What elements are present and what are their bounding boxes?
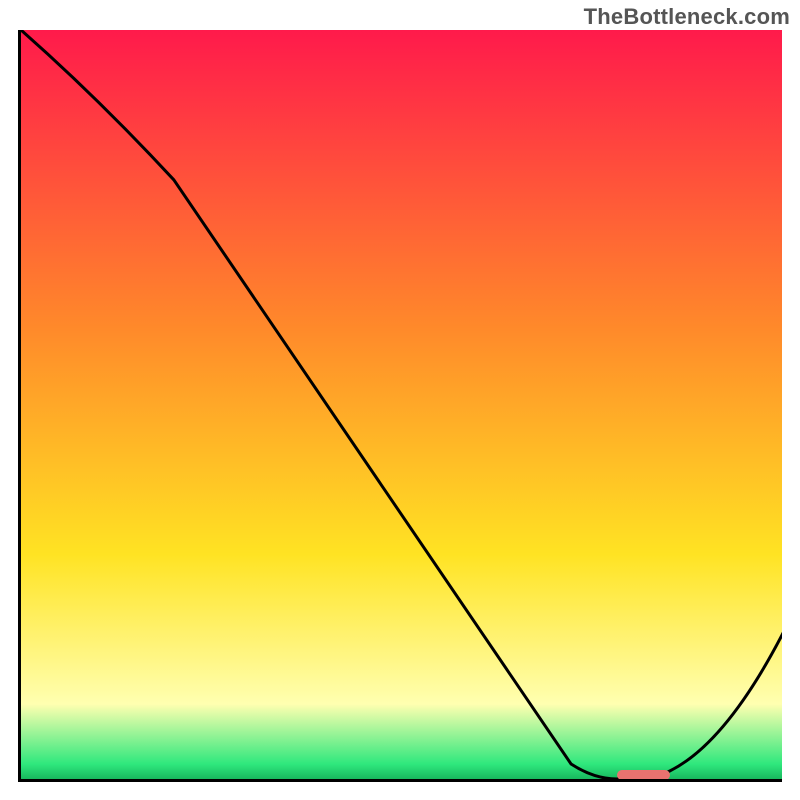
- bottleneck-curve: [21, 30, 782, 782]
- chart-container: TheBottleneck.com: [0, 0, 800, 800]
- optimal-marker: [617, 770, 670, 780]
- watermark-text: TheBottleneck.com: [584, 4, 790, 30]
- plot-area: [18, 30, 782, 782]
